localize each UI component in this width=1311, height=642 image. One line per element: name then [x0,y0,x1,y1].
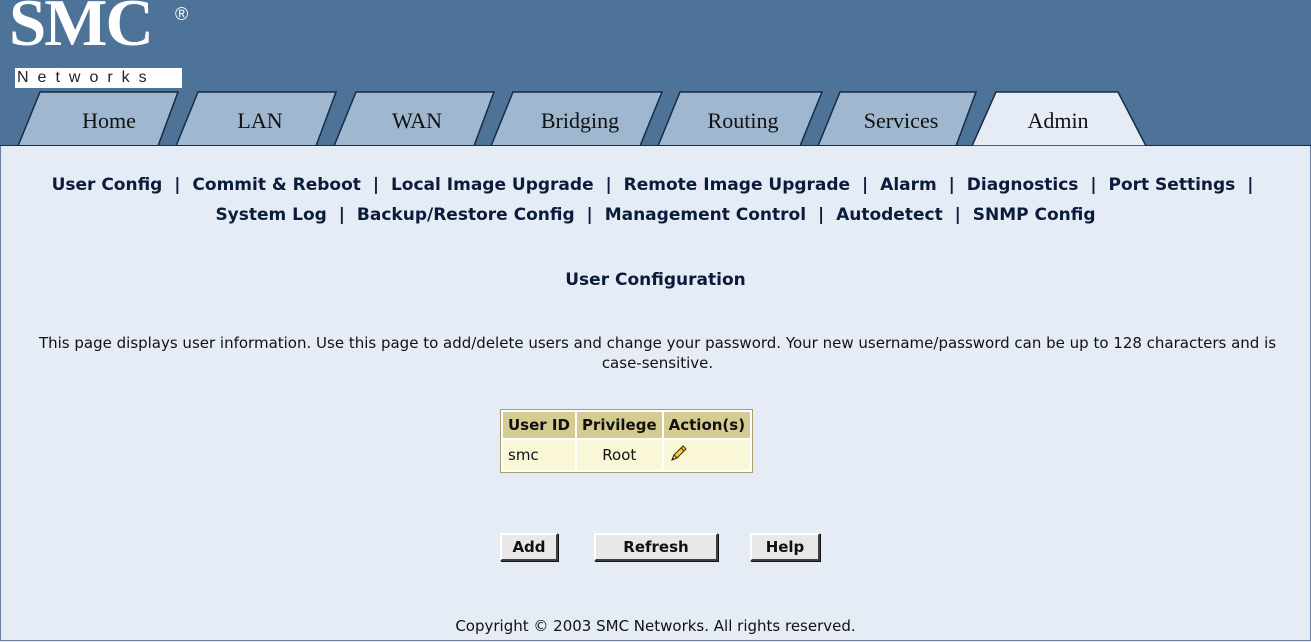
table-row: smc Root [503,440,751,470]
subnav-remote-image-upgrade[interactable]: Remote Image Upgrade [624,175,850,195]
subnav-snmp-config[interactable]: SNMP Config [973,205,1096,225]
table-header-row: User ID Privilege Action(s) [503,412,751,438]
cell-actions [663,440,751,470]
subnav-separator: | [586,205,593,225]
subnav-separator: | [948,175,955,195]
tab-routing[interactable]: Routing [686,106,800,136]
column-header-user-id: User ID [503,412,575,438]
subnav-system-log[interactable]: System Log [215,205,326,225]
subnav-row-2: System Log | Backup/Restore Config | Man… [0,200,1311,230]
page-title: User Configuration [565,270,746,290]
subnav-separator: | [862,175,869,195]
user-table: User ID Privilege Action(s) smc Root [500,409,754,473]
subnav-separator: | [954,205,961,225]
subnav-commit-reboot[interactable]: Commit & Reboot [192,175,360,195]
subnav-autodetect[interactable]: Autodetect [836,205,943,225]
tab-bridging[interactable]: Bridging [520,106,640,136]
subnav-separator: | [1247,175,1254,195]
subnav-separator: | [605,175,612,195]
help-button[interactable]: Help [750,533,820,561]
subnav-user-config[interactable]: User Config [52,175,163,195]
registered-mark: ® [175,4,189,24]
cell-privilege: Root [576,440,662,470]
tab-admin[interactable]: Admin [1000,106,1116,136]
subnav-alarm[interactable]: Alarm [880,175,937,195]
subnav-row-1: User Config | Commit & Reboot | Local Im… [0,170,1311,200]
subnav-local-image-upgrade[interactable]: Local Image Upgrade [391,175,594,195]
header-bar: SMC ® Networks Home LAN WAN Bridging Rou… [0,0,1311,146]
subnav-management-control[interactable]: Management Control [605,205,806,225]
logo-subtitle: Networks [15,68,182,88]
add-button[interactable]: Add [500,533,558,561]
logo-mark: SMC [9,0,154,60]
copyright-footer: Copyright © 2003 SMC Networks. All right… [455,617,856,635]
pencil-edit-icon[interactable] [669,443,689,463]
subnav-separator: | [1090,175,1097,195]
tab-services[interactable]: Services [846,106,956,136]
subnav-backup-restore-config[interactable]: Backup/Restore Config [357,205,575,225]
smc-logo: SMC ® Networks [7,0,188,90]
refresh-button[interactable]: Refresh [594,533,718,561]
subnav-separator: | [174,175,181,195]
subnav-diagnostics[interactable]: Diagnostics [967,175,1079,195]
subnav-separator: | [372,175,380,195]
cell-user-id: smc [503,440,575,470]
tab-lan[interactable]: LAN [205,106,315,136]
column-header-privilege: Privilege [576,412,662,438]
tab-wan[interactable]: WAN [362,106,472,136]
page-description: This page displays user information. Use… [38,334,1277,372]
subnav-separator: | [338,205,345,225]
column-header-actions: Action(s) [663,412,751,438]
admin-subnav: User Config | Commit & Reboot | Local Im… [0,170,1311,230]
subnav-port-settings[interactable]: Port Settings [1108,175,1235,195]
subnav-separator: | [817,205,825,225]
tab-home[interactable]: Home [60,106,158,136]
